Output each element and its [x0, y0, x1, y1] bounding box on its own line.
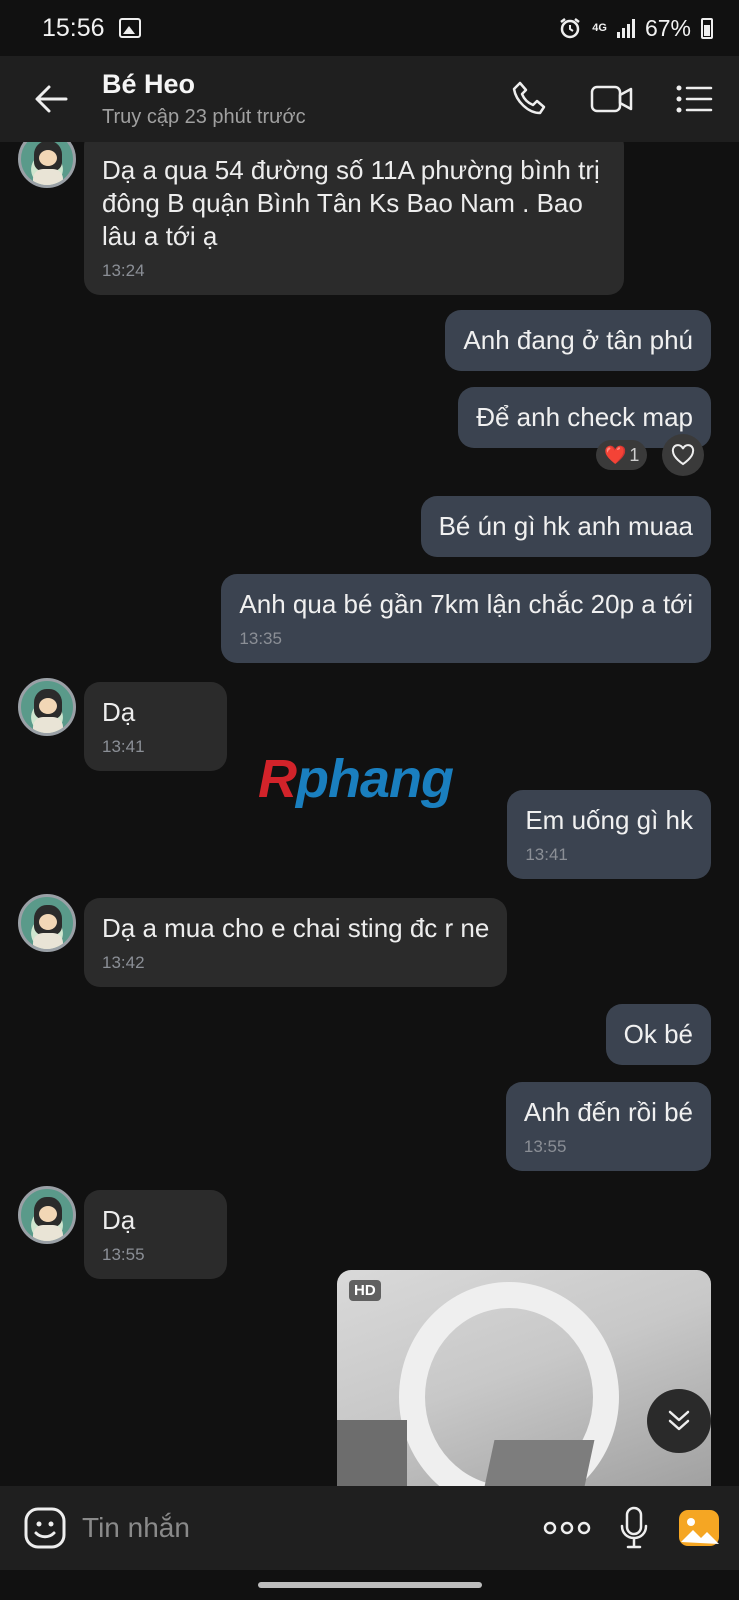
home-gesture-handle[interactable]: [258, 1582, 482, 1588]
reaction-count: 1: [629, 444, 640, 465]
message-text: Dạ a mua cho e chai sting đc r ne: [102, 913, 490, 943]
image-gallery-icon: [679, 1510, 719, 1546]
contact-name: Bé Heo: [102, 69, 196, 99]
message-text: Để anh check map: [476, 402, 693, 432]
message-list[interactable]: Dạ a qua 54 đường số 11A phường bình trị…: [0, 142, 739, 1486]
video-call-button[interactable]: [589, 76, 635, 122]
composer-bar: [0, 1486, 739, 1570]
back-button[interactable]: [26, 74, 76, 124]
network-type: 4G: [592, 21, 607, 34]
chat-header: Bé Heo Truy cập 23 phút trước: [0, 56, 739, 142]
message-text: Em uống gì hk: [525, 805, 693, 835]
message-time: 13:55: [102, 1245, 145, 1264]
hd-badge: HD: [349, 1280, 381, 1301]
back-arrow-icon: [35, 85, 68, 113]
message-bubble[interactable]: Dạ 13:41: [84, 682, 227, 771]
reaction-badge[interactable]: ❤️ 1: [596, 440, 648, 470]
message-bubble[interactable]: Anh đến rồi bé 13:55: [505, 1082, 711, 1171]
react-button[interactable]: [662, 434, 704, 476]
message-bubble[interactable]: Dạ a mua cho e chai sting đc r ne 13:42: [84, 898, 508, 987]
message-bubble[interactable]: Anh qua bé gần 7km lận chắc 20p a tới 13…: [221, 574, 711, 663]
message-text: Anh đến rồi bé: [523, 1097, 693, 1127]
video-call-icon: [590, 85, 633, 113]
contact-info[interactable]: Bé Heo Truy cập 23 phút trước: [102, 69, 306, 129]
message-text: Anh đang ở tân phú: [463, 325, 693, 355]
scroll-to-bottom-button[interactable]: [647, 1389, 711, 1453]
image-message[interactable]: HD: [337, 1270, 711, 1486]
message-time: 13:24: [102, 261, 145, 280]
avatar[interactable]: [18, 678, 76, 736]
heart-reaction-icon: ❤️: [604, 444, 627, 465]
menu-button[interactable]: [671, 76, 717, 122]
system-nav-bar: [0, 1570, 739, 1600]
photo-button[interactable]: [677, 1508, 721, 1548]
message-time: 13:42: [102, 953, 145, 972]
emoji-icon: [24, 1507, 66, 1549]
message-text: Bé ún gì hk anh muaa: [438, 511, 693, 541]
battery-percent: 67%: [644, 14, 691, 41]
signal-icon: [616, 18, 635, 38]
status-bar: 15:56 4G 67%: [0, 0, 739, 56]
avatar[interactable]: [18, 1186, 76, 1244]
message-time: 13:41: [525, 845, 568, 864]
heart-outline-icon: [671, 444, 695, 466]
voice-message-button[interactable]: [619, 1506, 649, 1550]
more-options-button[interactable]: [543, 1521, 591, 1535]
message-text: Dạ: [102, 1205, 136, 1235]
last-seen: Truy cập 23 phút trước: [102, 106, 306, 128]
message-text: Ok bé: [623, 1019, 693, 1049]
sticker-button[interactable]: [22, 1505, 68, 1551]
message-bubble[interactable]: Dạ 13:55: [84, 1190, 227, 1279]
battery-icon: [701, 17, 713, 39]
message-bubble[interactable]: Em uống gì hk 13:41: [507, 790, 711, 879]
gallery-notification-icon: [118, 18, 141, 38]
message-text: Dạ a qua 54 đường số 11A phường bình trị…: [102, 155, 600, 251]
avatar[interactable]: [18, 894, 76, 952]
alarm-icon: [560, 18, 581, 39]
message-bubble[interactable]: Ok bé: [605, 1004, 711, 1065]
more-dots-icon: [543, 1521, 591, 1535]
status-time: 15:56: [42, 13, 105, 42]
avatar[interactable]: [18, 142, 76, 188]
message-bubble[interactable]: Bé ún gì hk anh muaa: [420, 496, 711, 557]
message-time: 13:55: [523, 1137, 567, 1156]
message-bubble[interactable]: Anh đang ở tân phú: [445, 310, 711, 371]
watermark-logo: Rphang: [258, 749, 454, 809]
message-input[interactable]: [82, 1512, 482, 1544]
message-text: Anh qua bé gần 7km lận chắc 20p a tới: [239, 589, 693, 619]
menu-list-icon: [676, 85, 713, 113]
phone-icon: [512, 81, 546, 115]
message-bubble[interactable]: Dạ a qua 54 đường số 11A phường bình trị…: [84, 142, 624, 295]
message-time: 13:35: [239, 629, 282, 648]
double-chevron-down-icon: [668, 1410, 690, 1431]
status-right: 4G 67%: [558, 15, 713, 42]
message-text: Dạ: [102, 697, 136, 727]
message-time: 13:41: [102, 737, 145, 756]
microphone-icon: [620, 1506, 648, 1549]
call-button[interactable]: [507, 76, 553, 122]
